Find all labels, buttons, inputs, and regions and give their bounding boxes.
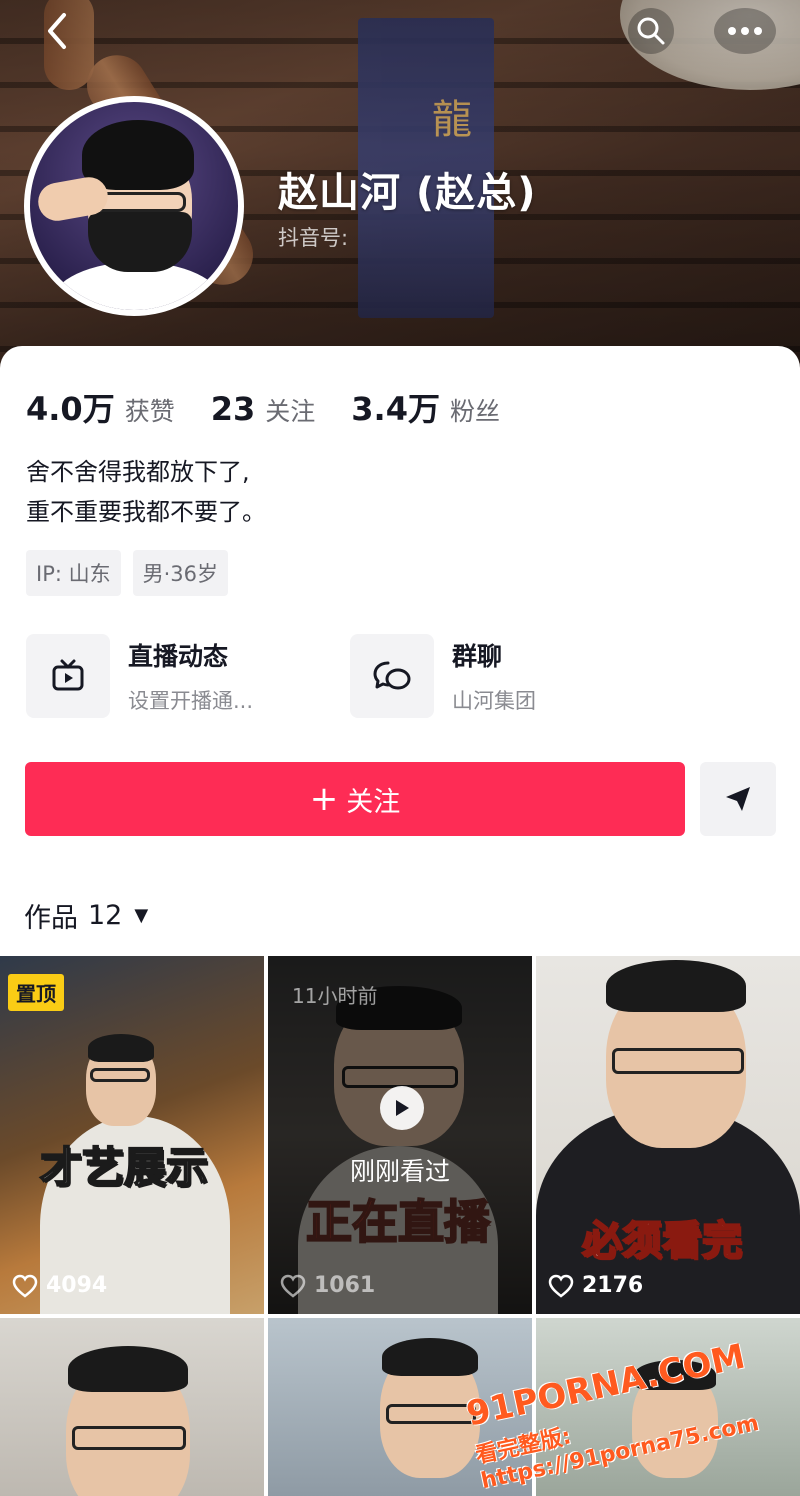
more-dots-icon — [728, 27, 762, 35]
ip-tag: IP: 山东 — [26, 550, 121, 596]
feature-title: 群聊 — [452, 642, 503, 671]
feature-subtitle: 山河集团 — [452, 689, 536, 713]
paper-plane-icon — [726, 787, 750, 811]
heart-icon — [12, 1274, 38, 1298]
avatar[interactable] — [24, 96, 244, 316]
stat-following[interactable]: 23 关注 — [211, 390, 316, 428]
stat-label: 获赞 — [124, 397, 175, 426]
live-updates-entry[interactable]: 直播动态 设置开播通... — [26, 634, 253, 718]
recently-watched-label: 刚刚看过 — [349, 1157, 450, 1186]
gender-age-tag: 男·36岁 — [132, 550, 229, 596]
chat-bubbles-icon — [350, 634, 434, 718]
stat-followers[interactable]: 3.4万 粉丝 — [351, 384, 500, 430]
profile-tags: IP: 山东 男·36岁 — [26, 550, 240, 596]
send-message-button[interactable] — [700, 762, 776, 836]
video-caption: 才艺展示 — [39, 1142, 209, 1193]
video-tile[interactable]: 11小时前 刚刚看过 正在直播 1061 — [268, 956, 532, 1314]
stat-label: 粉丝 — [449, 397, 500, 426]
more-button[interactable] — [714, 8, 776, 54]
plus-icon: + — [309, 779, 339, 819]
likes-count: 1061 — [314, 1273, 376, 1298]
feature-subtitle: 设置开播通... — [128, 689, 254, 713]
profile-name: 赵山河 (赵总) — [278, 170, 537, 216]
video-likes: 2176 — [548, 1273, 643, 1298]
stat-likes[interactable]: 4.0万 获赞 — [26, 384, 175, 430]
play-icon — [380, 1086, 424, 1130]
bio-line: 重不重要我都不要了。 — [26, 498, 266, 526]
video-tile[interactable] — [0, 1318, 264, 1496]
likes-count: 4094 — [46, 1273, 108, 1298]
follow-button[interactable]: + 关注 — [25, 762, 685, 836]
stat-label: 关注 — [265, 397, 316, 426]
posted-time: 11小时前 — [292, 984, 378, 1008]
stat-value: 23 — [210, 390, 256, 428]
video-caption: 必须看完 — [581, 1217, 743, 1265]
search-icon — [637, 17, 665, 45]
heart-icon — [548, 1274, 574, 1298]
video-tile[interactable]: 置顶 才艺展示 4094 — [0, 956, 264, 1314]
group-chat-entry[interactable]: 群聊 山河集团 — [350, 634, 536, 718]
video-tile[interactable]: 必须看完 2176 — [536, 956, 800, 1314]
tv-icon — [26, 634, 110, 718]
chevron-left-icon — [48, 13, 66, 49]
video-caption: 正在直播 — [305, 1194, 491, 1250]
heart-icon — [280, 1274, 306, 1298]
stats-row: 4.0万 获赞 23 关注 3.4万 粉丝 — [26, 384, 536, 430]
likes-count: 2176 — [582, 1273, 644, 1298]
back-button[interactable] — [34, 8, 80, 54]
profile-card: 4.0万 获赞 23 关注 3.4万 粉丝 舍不舍得我都放下了, 重不重要我都不… — [0, 346, 800, 1496]
avatar-image — [30, 102, 238, 310]
video-likes: 1061 — [280, 1273, 375, 1298]
pinned-badge: 置顶 — [8, 974, 64, 1011]
stat-value: 3.4万 — [351, 390, 440, 428]
video-likes: 4094 — [12, 1273, 107, 1298]
caret-down-icon: ▼ — [134, 905, 149, 926]
stat-value: 4.0万 — [26, 390, 115, 428]
follow-label: 关注 — [346, 786, 401, 818]
feature-title: 直播动态 — [128, 642, 229, 671]
works-tab[interactable]: 作品 12 ▼ — [24, 896, 148, 935]
works-label: 作品 — [24, 903, 78, 934]
profile-id: 抖音号: — [278, 226, 349, 250]
profile-bio: 舍不舍得我都放下了, 重不重要我都不要了。 — [26, 452, 266, 532]
bio-line: 舍不舍得我都放下了, — [26, 458, 250, 486]
works-count: 12 — [88, 900, 123, 931]
search-button[interactable] — [628, 8, 674, 54]
